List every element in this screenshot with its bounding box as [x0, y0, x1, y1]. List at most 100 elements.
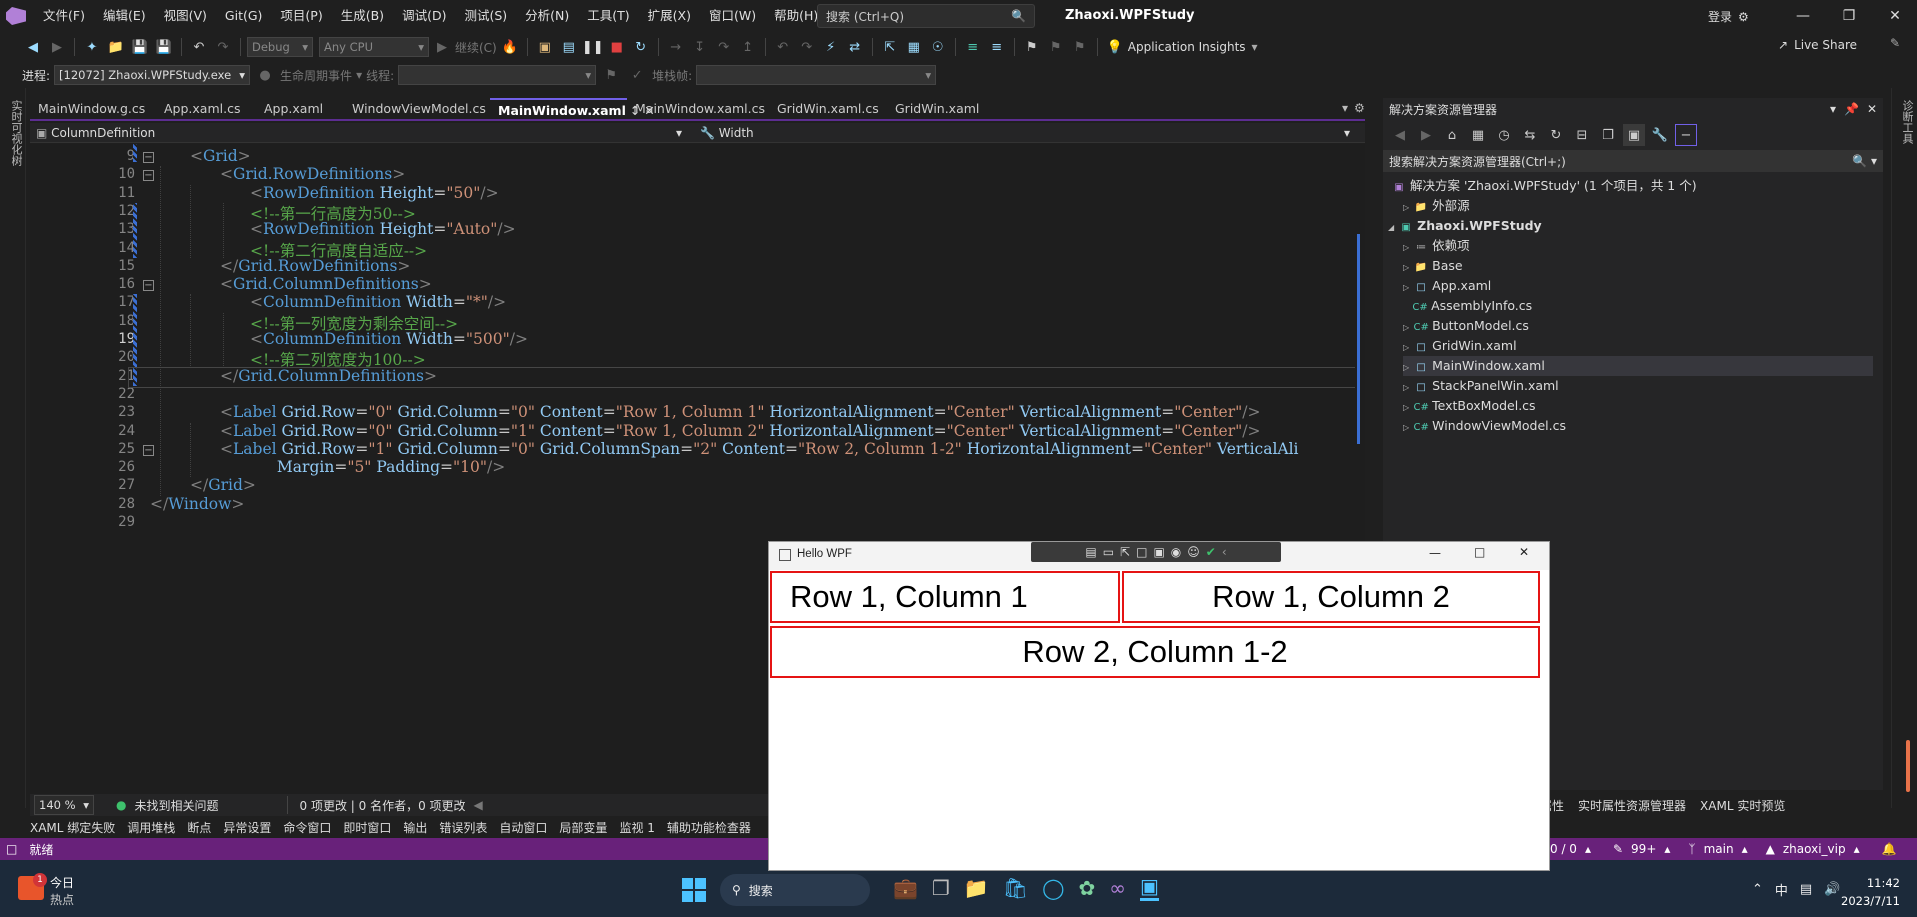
login-area[interactable]: 登录 ⚙: [1708, 8, 1749, 25]
go-to-live-visual-tree-icon[interactable]: ▤: [1085, 545, 1096, 559]
commit-count[interactable]: 99+: [1631, 842, 1656, 856]
layout-icon[interactable]: ▤: [558, 36, 580, 58]
zoom-select[interactable]: 140 % ▾: [34, 795, 94, 815]
diagnostics-icon[interactable]: ⚡: [820, 36, 842, 58]
pin-icon[interactable]: 📌: [1844, 102, 1859, 116]
live-visual-tree-tab[interactable]: 实时可视化树: [8, 100, 24, 166]
expand-arrow-icon[interactable]: ▷: [1403, 263, 1409, 272]
track-focus-icon[interactable]: ▣: [1153, 545, 1164, 559]
menu-item[interactable]: 窗口(W): [700, 0, 765, 32]
taskbar-search[interactable]: ⚲ 搜索: [720, 874, 870, 906]
expand-arrow-icon[interactable]: ▷: [1403, 283, 1409, 292]
menu-item[interactable]: 文件(F): [34, 0, 94, 32]
ime-indicator[interactable]: 中: [1775, 880, 1788, 899]
solution-tree-item[interactable]: ▷ □ MainWindow.xaml: [1403, 356, 1873, 376]
expand-arrow-icon[interactable]: ▷: [1403, 423, 1409, 432]
open-folder-icon[interactable]: 📁: [105, 36, 127, 58]
step-over-icon[interactable]: ↷: [713, 36, 735, 58]
fold-toggle[interactable]: −: [143, 152, 154, 163]
editor-tab[interactable]: GridWin.xaml.cs: [769, 98, 887, 119]
settings-icon[interactable]: ⚙: [1354, 101, 1365, 115]
forward-icon[interactable]: ▶: [46, 36, 68, 58]
panel-tab[interactable]: 实时属性资源管理器: [1578, 797, 1686, 814]
home-icon[interactable]: ⌂: [1441, 124, 1463, 146]
stop-icon[interactable]: ■: [606, 36, 628, 58]
fold-toggle[interactable]: −: [143, 444, 154, 456]
preview-selected-icon[interactable]: −: [1675, 124, 1697, 146]
solution-search-input[interactable]: 搜索解决方案资源管理器(Ctrl+;) 🔍 ▾: [1383, 150, 1883, 172]
copilot-icon[interactable]: ✿: [1079, 876, 1096, 900]
edge-icon[interactable]: ◯: [1042, 876, 1064, 900]
step-into-icon[interactable]: ↧: [689, 36, 711, 58]
menu-item[interactable]: 分析(N): [516, 0, 578, 32]
menu-item[interactable]: 编辑(E): [94, 0, 155, 32]
expand-arrow-icon[interactable]: ▷: [1403, 343, 1409, 352]
clock-date[interactable]: 2023/7/11: [1828, 894, 1900, 908]
menu-item[interactable]: 视图(V): [155, 0, 216, 32]
editor-tab[interactable]: WindowViewModel.cs: [344, 98, 490, 119]
solution-tree-item[interactable]: ▷ □ StackPanelWin.xaml: [1403, 376, 1559, 396]
output-icon[interactable]: □: [6, 842, 17, 856]
back-icon[interactable]: ◀: [22, 36, 44, 58]
back-icon[interactable]: ◀: [1389, 124, 1411, 146]
issues-label[interactable]: 未找到相关问题: [134, 797, 218, 814]
editor-tab[interactable]: App.xaml.cs: [156, 98, 256, 119]
tool-window-tab[interactable]: 调用堆栈: [127, 819, 175, 836]
solution-tree-item[interactable]: ▷ □ App.xaml: [1403, 276, 1491, 296]
tool-window-tab[interactable]: 局部变量: [559, 819, 607, 836]
wpf-minimize-button[interactable]: —: [1429, 546, 1441, 560]
repo-user[interactable]: zhaoxi_vip: [1783, 842, 1846, 856]
display-layout-adorners-icon[interactable]: □: [1136, 545, 1147, 559]
clock-time[interactable]: 11:42: [1840, 876, 1900, 890]
process-select[interactable]: [12072] Zhaoxi.WPFStudy.exe ▾: [54, 65, 251, 85]
menu-item[interactable]: 生成(B): [332, 0, 393, 32]
file-explorer-icon[interactable]: 📁: [964, 876, 989, 900]
fold-toggle[interactable]: −: [143, 280, 154, 292]
editor-tab[interactable]: MainWindow.g.cs: [30, 98, 156, 119]
editor-tab[interactable]: App.xaml: [256, 98, 344, 119]
outdent-icon[interactable]: ≡: [986, 36, 1008, 58]
visual-studio-icon[interactable]: ∞: [1109, 876, 1126, 900]
hot-reload-icon[interactable]: 🔥: [499, 36, 521, 58]
expand-arrow-icon[interactable]: [1403, 303, 1408, 312]
editor-tab[interactable]: MainWindow.xaml ↕ ✕: [490, 98, 655, 119]
display-adorners-icon[interactable]: ▦: [903, 36, 925, 58]
solution-tree-item[interactable]: ▷ ≔ 依赖项: [1403, 236, 1470, 256]
solution-tree-item[interactable]: ◢ ▣ Zhaoxi.WPFStudy: [1388, 216, 1542, 236]
thread-select[interactable]: ▾: [398, 65, 597, 85]
flag-thread-icon[interactable]: ⚑: [600, 64, 622, 86]
platform-select[interactable]: Any CPU ▾: [319, 37, 429, 57]
bookmark-icon[interactable]: ⚑: [1021, 36, 1043, 58]
uncomment-icon[interactable]: ↷: [796, 36, 818, 58]
task-view-icon[interactable]: ❐: [932, 876, 950, 900]
feedback-icon[interactable]: ✎: [1890, 36, 1900, 50]
branch-name[interactable]: main: [1704, 842, 1734, 856]
show-next-statement-icon[interactable]: →: [665, 36, 687, 58]
undo-icon[interactable]: ↶: [188, 36, 210, 58]
menu-item[interactable]: 项目(P): [271, 0, 331, 32]
pending-changes-icon[interactable]: ◷: [1493, 124, 1515, 146]
panel-dropdown-icon[interactable]: ▾: [1830, 102, 1836, 116]
comment-icon[interactable]: ↶: [772, 36, 794, 58]
binding-failures-icon[interactable]: ◉: [1171, 545, 1181, 559]
menu-item[interactable]: 扩展(X): [639, 0, 700, 32]
expand-arrow-icon[interactable]: ▷: [1403, 363, 1409, 372]
menu-item[interactable]: Git(G): [216, 0, 272, 32]
git-changes-label[interactable]: 0 项更改 | 0 名作者，0 项更改: [300, 797, 466, 814]
solution-tree-item[interactable]: ▷ C# TextBoxModel.cs: [1403, 396, 1536, 416]
editor-tab[interactable]: GridWin.xaml: [887, 98, 987, 119]
tool-window-tab[interactable]: 异常设置: [223, 819, 271, 836]
wpf-app-icon[interactable]: ▣: [1139, 874, 1159, 901]
lifecycle-events-label[interactable]: 生命周期事件: [280, 67, 352, 84]
wpf-maximize-button[interactable]: □: [1474, 545, 1485, 559]
save-all-icon[interactable]: 💾: [153, 36, 175, 58]
error-count[interactable]: 0 / 0: [1550, 842, 1577, 856]
collapse-toolbar-icon[interactable]: ‹: [1222, 545, 1227, 559]
tool-window-tab[interactable]: 辅助功能检查器: [667, 819, 751, 836]
refresh-icon[interactable]: ↻: [1545, 124, 1567, 146]
restore-button[interactable]: ❐: [1826, 0, 1872, 32]
solution-root[interactable]: ▣ 解决方案 'Zhaoxi.WPFStudy' (1 个项目，共 1 个): [1391, 176, 1696, 196]
continue-label[interactable]: 继续(C): [455, 39, 497, 56]
expand-arrow-icon[interactable]: ▷: [1403, 383, 1409, 392]
solution-tree-item[interactable]: ▷ C# ButtonModel.cs: [1403, 316, 1529, 336]
